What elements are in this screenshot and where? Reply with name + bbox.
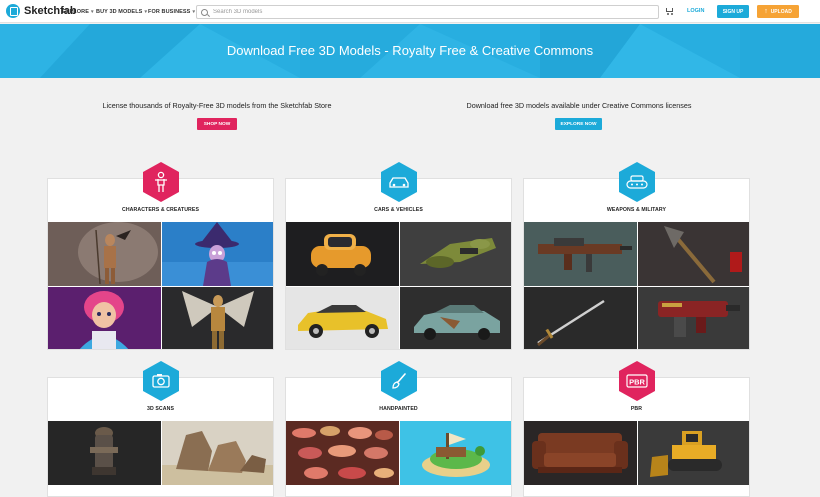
nav-explore[interactable]: EXPLORE ▾ [62,0,94,23]
search-icon [201,8,208,16]
category-title: 3D SCANS [146,406,175,412]
sketchfab-logo-icon [6,4,20,18]
upload-button[interactable]: ↑ UPLOAD [757,5,799,18]
explore-now-button[interactable]: EXPLORE NOW [555,118,602,130]
thumbnail-food-items [286,421,399,485]
hero-banner: Download Free 3D Models - Royalty Free &… [0,24,820,78]
thumbnail-warrior [48,222,161,286]
thumbnail-fire-hydrant [48,421,161,485]
shop-now-button[interactable]: SHOP NOW [197,118,237,130]
thumbnail-hover-bike [400,222,511,286]
thumbnail-sword [524,287,637,349]
sign-up-button[interactable]: SIGN UP [717,5,749,18]
cc-description: Download free 3D models available under … [466,101,692,110]
chevron-down-icon: ▾ [144,8,148,15]
category-title: CHARACTERS & CREATURES [121,207,200,213]
search-bar [196,5,659,19]
thumbnail-bulldozer [638,421,749,485]
thumbnail-yellow-coupe [286,287,399,349]
category-card-characters[interactable]: CHARACTERS & CREATURES [47,178,274,350]
category-title: HANDPAINTED [379,406,418,412]
cart-icon[interactable] [665,7,674,15]
thumbnail-axe [638,222,749,286]
category-title: WEAPONS & MILITARY [606,207,667,213]
thumbnail-pink-hair-girl [48,287,161,349]
page-title: Download Free 3D Models - Royalty Free &… [226,43,594,58]
chevron-down-icon: ▾ [192,8,196,15]
thumbnail-rocks [162,421,273,485]
category-card-weapons[interactable]: WEAPONS & MILITARY [523,178,750,350]
category-title: CARS & VEHICLES [374,207,423,213]
top-navigation: Sketchfab EXPLORE ▾ BUY 3D MODELS ▾ FOR BU… [0,0,820,23]
thumbnail-pirate-island [400,421,511,485]
thumbnail-leather-sofa [524,421,637,485]
nav-for-business[interactable]: FOR BUSINESS ▾ [148,0,195,23]
thumbnail-orange-cartoon-car [286,222,399,286]
login-link[interactable]: LOGIN [687,8,704,14]
thumbnail-rusty-car [400,287,511,349]
thumbnail-witch [162,222,273,286]
nav-buy-3d-models[interactable]: BUY 3D MODELS ▾ [96,0,147,23]
category-card-cars[interactable]: CARS & VEHICLES [285,178,512,350]
thumbnail-bolter-gun [638,287,749,349]
thumbnail-rifle [524,222,637,286]
category-title: PBR [630,406,643,412]
thumbnail-winged-knight [162,287,273,349]
upload-icon: ↑ [764,8,768,15]
store-description: License thousands of Royalty-Free 3D mod… [102,101,332,110]
search-input[interactable] [213,9,633,15]
svg-text:PBR: PBR [629,378,645,387]
chevron-down-icon: ▾ [90,8,94,15]
